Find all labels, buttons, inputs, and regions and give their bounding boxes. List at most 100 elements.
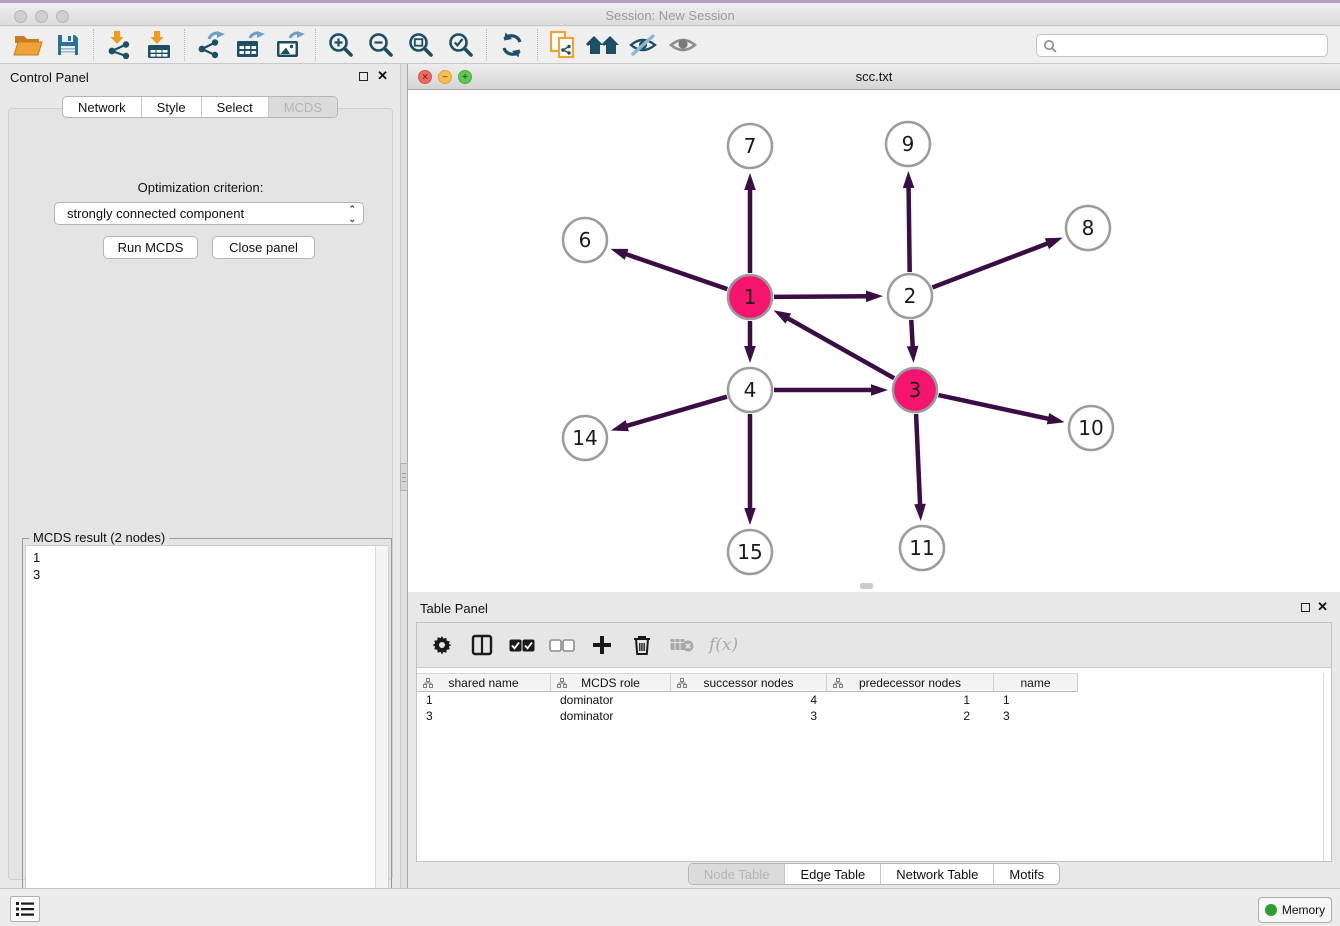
graph-node[interactable]: 4 xyxy=(728,368,772,412)
split-panel-icon[interactable] xyxy=(469,632,495,658)
export-table-icon[interactable] xyxy=(230,29,270,61)
graph-edge[interactable] xyxy=(744,173,756,273)
column-header-predecessor-nodes[interactable]: predecessor nodes xyxy=(827,673,994,692)
show-all-icon[interactable] xyxy=(663,29,703,61)
zoom-in-icon[interactable] xyxy=(321,29,361,61)
save-session-icon[interactable] xyxy=(48,29,88,61)
control-panel-title: Control Panel xyxy=(10,70,89,85)
tab-network[interactable]: Network xyxy=(63,97,141,117)
zoom-fit-icon[interactable] xyxy=(401,29,441,61)
close-panel-icon[interactable]: ✕ xyxy=(377,69,388,83)
add-row-icon[interactable] xyxy=(589,632,615,658)
column-header-name[interactable]: name xyxy=(994,673,1078,692)
table-close-icon[interactable]: ✕ xyxy=(1317,600,1328,614)
svg-text:7: 7 xyxy=(744,134,757,158)
graph-edge[interactable] xyxy=(938,395,1064,424)
criterion-dropdown[interactable]: strongly connected component ⌃⌄ xyxy=(54,202,364,225)
search-input[interactable] xyxy=(1062,39,1321,53)
home-views-icon[interactable] xyxy=(583,29,623,61)
graph-edge[interactable] xyxy=(744,321,756,363)
float-panel-icon[interactable] xyxy=(359,72,368,81)
table-row[interactable]: 1dominator411 xyxy=(417,692,1078,708)
tab-select[interactable]: Select xyxy=(201,97,268,117)
import-network-icon[interactable] xyxy=(99,29,139,61)
search-field[interactable] xyxy=(1036,34,1328,57)
delete-row-icon[interactable] xyxy=(629,632,655,658)
import-table-icon[interactable] xyxy=(139,29,179,61)
show-panels-button[interactable] xyxy=(10,896,40,922)
column-header-label: name xyxy=(1020,676,1050,690)
tab-edge-table[interactable]: Edge Table xyxy=(784,864,880,884)
column-header-MCDS-role[interactable]: MCDS role xyxy=(551,673,671,692)
graph-edge[interactable] xyxy=(744,414,756,525)
table-cell[interactable]: 1 xyxy=(417,692,551,708)
column-header-successor-nodes[interactable]: successor nodes xyxy=(671,673,827,692)
svg-text:4: 4 xyxy=(744,378,757,402)
export-network-icon[interactable] xyxy=(190,29,230,61)
graph-edge[interactable] xyxy=(914,414,926,521)
select-all-icon[interactable] xyxy=(509,632,535,658)
table-cell[interactable]: dominator xyxy=(551,708,671,724)
deselect-all-icon[interactable] xyxy=(549,632,575,658)
table-cell[interactable]: 1 xyxy=(827,692,994,708)
tab-motifs[interactable]: Motifs xyxy=(993,864,1059,884)
table-cell[interactable]: 3 xyxy=(994,708,1078,724)
hide-selected-icon[interactable] xyxy=(623,29,663,61)
graph-node[interactable]: 1 xyxy=(728,275,772,319)
graph-edge[interactable] xyxy=(774,290,883,302)
column-settings-icon[interactable] xyxy=(429,632,455,658)
memory-button[interactable]: Memory xyxy=(1258,897,1332,923)
graph-node[interactable]: 14 xyxy=(563,416,607,460)
splitter-grip[interactable] xyxy=(400,463,408,491)
close-panel-button[interactable]: Close panel xyxy=(212,236,315,259)
svg-text:1: 1 xyxy=(744,285,757,309)
network-window-title: scc.txt xyxy=(408,69,1340,84)
result-scrollbar[interactable] xyxy=(375,546,388,915)
graph-node[interactable]: 6 xyxy=(563,218,607,262)
export-image-icon[interactable] xyxy=(270,29,310,61)
zoom-out-icon[interactable] xyxy=(361,29,401,61)
table-cell[interactable]: 3 xyxy=(671,708,827,724)
table-float-icon[interactable] xyxy=(1301,603,1310,612)
graph-edge[interactable] xyxy=(611,249,728,289)
control-panel-tabs: NetworkStyleSelectMCDS xyxy=(0,96,400,118)
toolbar-separator xyxy=(93,29,94,61)
tab-mcds[interactable]: MCDS xyxy=(268,97,337,117)
graph-node[interactable]: 10 xyxy=(1069,406,1113,450)
canvas-scrollbar-thumb[interactable] xyxy=(860,583,873,589)
column-header-label: predecessor nodes xyxy=(859,676,961,690)
graph-node[interactable]: 11 xyxy=(900,526,944,570)
open-session-icon[interactable] xyxy=(8,29,48,61)
svg-text:8: 8 xyxy=(1082,216,1095,240)
graph-edge[interactable] xyxy=(932,238,1062,288)
table-cell[interactable]: 1 xyxy=(994,692,1078,708)
table-cell[interactable]: dominator xyxy=(551,692,671,708)
table-cell[interactable]: 2 xyxy=(827,708,994,724)
graph-node[interactable]: 8 xyxy=(1066,206,1110,250)
toolbar-separator xyxy=(184,29,185,61)
network-canvas[interactable]: 7 9 6 8 1 2 4 3 14 10 15 11 xyxy=(408,90,1340,591)
graph-edge[interactable] xyxy=(611,397,727,432)
graph-edge[interactable] xyxy=(774,384,888,396)
tab-style[interactable]: Style xyxy=(141,97,201,117)
graph-node[interactable]: 7 xyxy=(728,124,772,168)
tab-network-table[interactable]: Network Table xyxy=(880,864,993,884)
graph-node[interactable]: 15 xyxy=(728,530,772,574)
copy-view-icon[interactable] xyxy=(543,29,583,61)
graph-node[interactable]: 9 xyxy=(886,122,930,166)
graph-edge[interactable] xyxy=(903,171,915,272)
run-mcds-button[interactable]: Run MCDS xyxy=(103,236,198,259)
table-cell[interactable]: 4 xyxy=(671,692,827,708)
refresh-icon[interactable] xyxy=(492,29,532,61)
panel-splitter[interactable] xyxy=(400,64,408,888)
tab-node-table[interactable]: Node Table xyxy=(689,864,785,884)
graph-node[interactable]: 3 xyxy=(893,368,937,412)
column-header-shared-name[interactable]: shared name xyxy=(417,673,551,692)
table-row[interactable]: 3dominator323 xyxy=(417,708,1078,724)
graph-edge[interactable] xyxy=(907,320,919,363)
table-scrollbar[interactable] xyxy=(1323,673,1331,861)
graph-node[interactable]: 2 xyxy=(888,274,932,318)
graph-edge[interactable] xyxy=(774,310,895,378)
zoom-selected-icon[interactable] xyxy=(441,29,481,61)
table-cell[interactable]: 3 xyxy=(417,708,551,724)
